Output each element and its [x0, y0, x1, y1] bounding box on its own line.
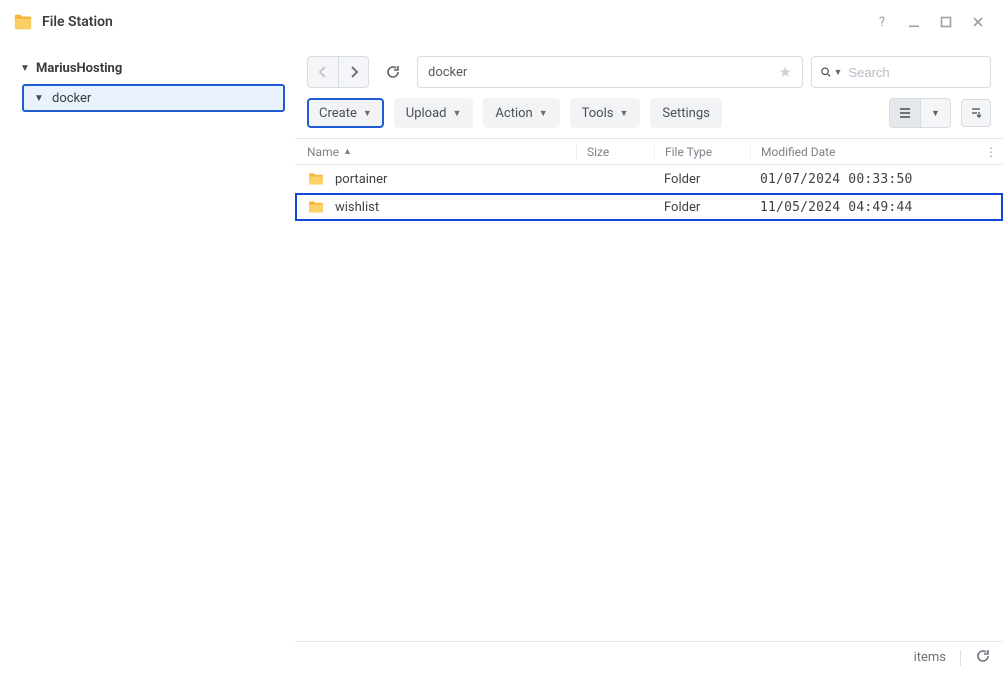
refresh-button[interactable] — [975, 648, 991, 668]
breadcrumb[interactable]: docker ★ — [417, 56, 803, 88]
status-bar: items — [295, 641, 1003, 673]
sidebar-item-label: docker — [52, 91, 91, 106]
favorite-icon[interactable]: ★ — [779, 63, 792, 81]
column-header-size[interactable]: Size — [576, 145, 654, 159]
nav-history-group — [307, 56, 369, 88]
search-box[interactable]: ▼ — [811, 56, 991, 88]
maximize-button[interactable] — [933, 9, 959, 35]
folder-icon — [307, 200, 325, 214]
sidebar: ▼ MariusHosting ▼ docker — [0, 44, 295, 673]
forward-button[interactable] — [338, 57, 368, 87]
chevron-down-icon: ▼ — [834, 67, 843, 78]
sort-asc-icon: ▲ — [343, 146, 352, 157]
settings-label: Settings — [662, 106, 709, 121]
file-table: Name ▲ Size File Type Modified Date ⋮ po… — [295, 138, 1003, 641]
toolbar: Create ▼ Upload ▼ Action ▼ Tools ▼ Setti… — [295, 94, 1003, 138]
sidebar-item-docker[interactable]: ▼ docker — [22, 84, 285, 112]
list-view-button[interactable] — [890, 99, 920, 127]
upload-label: Upload — [406, 106, 447, 121]
chevron-down-icon: ▼ — [619, 108, 628, 119]
chevron-down-icon: ▼ — [539, 108, 548, 119]
action-label: Action — [495, 106, 532, 121]
titlebar: File Station ? — [0, 0, 1003, 44]
file-name: wishlist — [335, 200, 379, 215]
table-row[interactable]: wishlist Folder11/05/2024 04:49:44 — [295, 193, 1003, 221]
minimize-button[interactable] — [901, 9, 927, 35]
tools-button[interactable]: Tools ▼ — [570, 98, 641, 128]
action-button[interactable]: Action ▼ — [483, 98, 559, 128]
close-button[interactable] — [965, 9, 991, 35]
create-button[interactable]: Create ▼ — [307, 98, 384, 128]
file-type: Folder — [654, 172, 750, 187]
breadcrumb-text: docker — [428, 65, 467, 80]
app-icon — [12, 11, 34, 33]
sidebar-root[interactable]: ▼ MariusHosting — [14, 54, 285, 82]
view-mode-dropdown[interactable]: ▼ — [920, 99, 950, 127]
chevron-down-icon: ▼ — [363, 108, 372, 119]
sort-button[interactable] — [961, 99, 991, 127]
column-header-name[interactable]: Name ▲ — [307, 145, 576, 159]
create-label: Create — [319, 106, 357, 121]
tools-label: Tools — [582, 106, 614, 121]
search-input[interactable] — [848, 65, 982, 80]
nav-row: docker ★ ▼ — [295, 44, 1003, 94]
file-name: portainer — [335, 172, 387, 187]
table-row[interactable]: portainer Folder01/07/2024 00:33:50 — [295, 165, 1003, 193]
back-button[interactable] — [308, 57, 338, 87]
chevron-down-icon: ▼ — [453, 108, 462, 119]
settings-button[interactable]: Settings — [650, 98, 721, 128]
chevron-down-icon: ▼ — [20, 63, 32, 74]
file-date: 01/07/2024 00:33:50 — [750, 172, 979, 187]
file-type: Folder — [654, 200, 750, 215]
table-header: Name ▲ Size File Type Modified Date ⋮ — [295, 139, 1003, 165]
upload-button[interactable]: Upload ▼ — [394, 98, 474, 128]
search-icon — [820, 65, 832, 79]
file-date: 11/05/2024 04:49:44 — [750, 200, 979, 215]
items-label: items — [914, 650, 946, 665]
folder-icon — [307, 172, 325, 186]
sidebar-root-label: MariusHosting — [36, 61, 122, 76]
column-header-type[interactable]: File Type — [654, 145, 750, 159]
column-header-date[interactable]: Modified Date — [750, 145, 979, 159]
divider — [960, 650, 961, 666]
app-title: File Station — [42, 14, 113, 30]
help-button[interactable]: ? — [869, 9, 895, 35]
reload-button[interactable] — [377, 57, 409, 87]
column-menu-button[interactable]: ⋮ — [979, 145, 1003, 159]
chevron-down-icon: ▼ — [34, 93, 46, 104]
view-mode-group: ▼ — [889, 98, 951, 128]
